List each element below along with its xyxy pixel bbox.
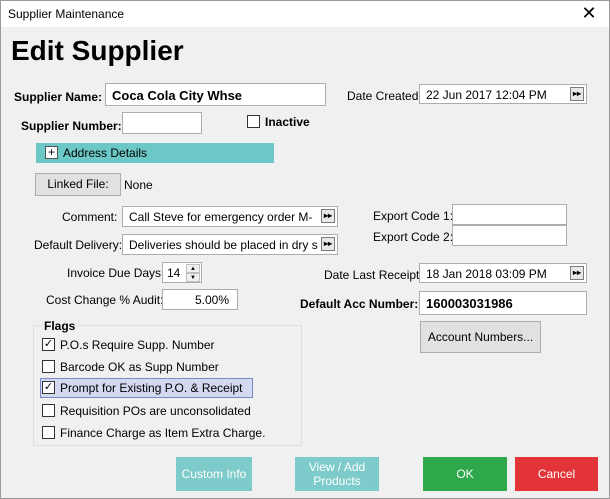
address-details-bar[interactable]: + Address Details (36, 143, 274, 163)
export-code-2-label: Export Code 2: (373, 230, 454, 244)
default-acc-number-input[interactable]: 160003031986 (419, 291, 587, 315)
comment-expand-button-icon[interactable]: ▸▸ (321, 209, 335, 223)
date-picker-button-icon[interactable]: ▸▸ (570, 87, 584, 101)
view-add-products-line-2: Products (313, 474, 361, 488)
spin-up-icon[interactable]: ▲ (186, 264, 200, 273)
flags-title: Flags (42, 319, 78, 333)
comment-value: Call Steve for emergency order M- (129, 210, 313, 224)
flag-label: Prompt for Existing P.O. & Receipt (60, 381, 243, 395)
flags-group: Flags ✓ P.O.s Require Supp. Number Barco… (33, 319, 302, 446)
supplier-number-label: Supplier Number: (21, 119, 122, 133)
invoice-due-days-label: Invoice Due Days: (67, 266, 165, 280)
address-details-label: Address Details (63, 146, 148, 160)
linked-file-button[interactable]: Linked File: (35, 173, 121, 196)
title-bar: Supplier Maintenance ✕ (1, 1, 609, 27)
supplier-name-input[interactable]: Coca Cola City Whse (105, 83, 326, 106)
date-last-receipt-value: 18 Jan 2018 03:09 PM (426, 267, 547, 281)
expand-icon[interactable]: + (45, 146, 58, 159)
default-delivery-expand-button-icon[interactable]: ▸▸ (321, 237, 335, 251)
comment-label: Comment: (62, 210, 118, 224)
view-add-products-line-1: View / Add (308, 460, 366, 474)
date-last-receipt-picker[interactable]: 18 Jan 2018 03:09 PM ▸▸ (419, 263, 587, 283)
flag-label: P.O.s Require Supp. Number (60, 338, 215, 352)
date-picker-button-icon[interactable]: ▸▸ (570, 266, 584, 280)
flag-checkbox[interactable]: ✓ (42, 381, 55, 394)
flag-label: Finance Charge as Item Extra Charge. (60, 426, 266, 440)
supplier-number-input[interactable] (122, 112, 202, 134)
supplier-maintenance-window: Supplier Maintenance ✕ Edit Supplier Sup… (0, 0, 610, 499)
export-code-2-input[interactable] (452, 225, 567, 246)
supplier-name-label: Supplier Name: (14, 90, 103, 104)
cancel-button[interactable]: Cancel (515, 457, 598, 491)
inactive-checkbox[interactable] (247, 115, 260, 128)
supplier-name-value: Coca Cola City Whse (112, 88, 243, 103)
export-code-1-label: Export Code 1: (373, 209, 454, 223)
page-title: Edit Supplier (11, 35, 184, 66)
cost-change-audit-value: 5.00% (194, 293, 229, 307)
default-delivery-field[interactable]: Deliveries should be placed in dry s ▸▸ (122, 234, 338, 255)
flag-label: Requisition POs are unconsolidated (60, 404, 251, 418)
inactive-label: Inactive (265, 115, 310, 129)
date-last-receipt-label: Date Last Receipt: (324, 268, 423, 282)
ok-button[interactable]: OK (423, 457, 507, 491)
date-created-label: Date Created: (347, 89, 422, 103)
spin-down-icon[interactable]: ▼ (186, 273, 200, 282)
flag-label: Barcode OK as Supp Number (60, 360, 219, 374)
invoice-due-days-stepper[interactable]: 14 ▲ ▼ (162, 262, 202, 283)
account-numbers-button[interactable]: Account Numbers... (420, 321, 541, 353)
flag-prompt-existing-po[interactable]: ✓ Prompt for Existing P.O. & Receipt (40, 378, 253, 398)
invoice-due-days-value: 14 (167, 266, 181, 280)
cost-change-audit-label: Cost Change % Audit: (46, 293, 164, 307)
date-created-picker[interactable]: 22 Jun 2017 12:04 PM ▸▸ (419, 84, 587, 104)
window-title: Supplier Maintenance (8, 7, 125, 21)
default-delivery-label: Default Delivery: (34, 238, 123, 252)
flag-checkbox[interactable] (42, 426, 55, 439)
custom-info-button[interactable]: Custom Info (176, 457, 252, 491)
flag-checkbox[interactable] (42, 404, 55, 417)
linked-file-value: None (124, 178, 153, 192)
flag-checkbox[interactable] (42, 360, 55, 373)
flag-checkbox[interactable]: ✓ (42, 338, 55, 351)
date-created-value: 22 Jun 2017 12:04 PM (426, 88, 547, 102)
export-code-1-input[interactable] (452, 204, 567, 225)
default-delivery-value: Deliveries should be placed in dry s (129, 238, 318, 252)
default-acc-number-label: Default Acc Number: (300, 297, 419, 311)
default-acc-number-value: 160003031986 (426, 296, 513, 311)
view-add-products-button[interactable]: View / Add Products (295, 457, 379, 491)
cost-change-audit-input[interactable]: 5.00% (162, 289, 238, 310)
close-icon[interactable]: ✕ (579, 3, 599, 23)
comment-field[interactable]: Call Steve for emergency order M- ▸▸ (122, 206, 338, 227)
